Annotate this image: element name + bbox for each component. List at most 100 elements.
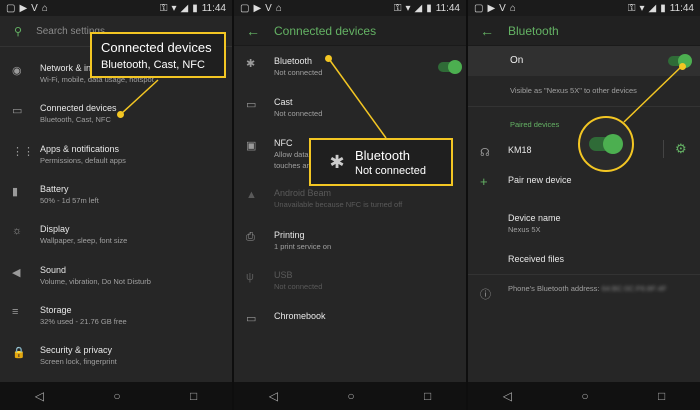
settings-item-title: Sound <box>40 265 67 275</box>
app-bar: ← Connected devices <box>234 16 466 46</box>
notification-icon: ▢ <box>6 2 16 14</box>
chromebook-icon: ▭ <box>246 313 257 325</box>
status-bar: ▢ ▶ V ⌂ ⚿ ▾ ◢ ▮ 11:44 <box>234 0 466 16</box>
device-item-title: Chromebook <box>274 311 326 321</box>
settings-item[interactable]: ▭ Connected devices Bluetooth, Cast, NFC <box>0 102 232 125</box>
divider <box>468 106 700 107</box>
home-icon: ⌂ <box>275 2 282 14</box>
callout-subtitle: Not connected <box>355 164 426 177</box>
wifi-icon: ▾ <box>639 2 645 14</box>
nav-bar: ◁ ○ □ <box>0 382 232 410</box>
callout-title: Bluetooth <box>355 147 410 163</box>
bluetooth-on-row[interactable]: On <box>468 46 700 76</box>
network-icon: ◉ <box>12 65 22 77</box>
gear-icon[interactable]: ⚙ <box>675 141 687 157</box>
sound-icon: ◀ <box>12 267 21 279</box>
display-icon: ☼ <box>12 225 23 237</box>
print-icon: ⎙ <box>246 231 255 243</box>
settings-item[interactable]: ⋮⋮ Apps & notifications Permissions, defau… <box>0 143 232 166</box>
device-item-subtitle: Not connected <box>274 68 323 77</box>
device-name-row[interactable]: Device name Nexus 5X <box>468 212 700 235</box>
status-bar: ▢ ▶ V ⌂ ⚿ ▾ ◢ ▮ 11:44 <box>468 0 700 16</box>
wifi-icon: ▾ <box>171 2 177 14</box>
paired-device-toggle[interactable] <box>589 134 623 154</box>
bluetooth-toggle[interactable] <box>438 60 462 74</box>
settings-item[interactable]: 🔒 Security & privacy Screen lock, fingerpr… <box>0 344 232 367</box>
back-arrow-icon[interactable]: ← <box>246 23 274 39</box>
device-item[interactable]: ▭ Cast Not connected <box>234 96 466 119</box>
bt-address-label: Phone's Bluetooth address: <box>508 284 600 293</box>
device-item-subtitle: Not connected <box>274 109 323 118</box>
battery-status-icon: ▮ <box>192 2 198 14</box>
divider <box>663 140 664 158</box>
play-icon: ▶ <box>253 2 262 14</box>
callout-title: Connected devices <box>101 40 212 55</box>
bt-address-row: ⓘ Phone's Bluetooth address: 64:BC:0C:F6… <box>468 284 700 302</box>
settings-item-subtitle: Wallpaper, sleep, font size <box>40 236 128 245</box>
back-arrow-icon[interactable]: ← <box>480 23 508 39</box>
device-name-label: Device name <box>508 213 561 223</box>
settings-item-title: Battery <box>40 184 69 194</box>
plus-icon: + <box>480 174 488 189</box>
device-item-subtitle: Unavailable because NFC is turned off <box>274 200 403 209</box>
device-item[interactable]: ψ USB Not connected <box>234 269 466 292</box>
pair-new-device-row[interactable]: + Pair new device <box>468 174 700 189</box>
notification-icon: ▢ <box>240 2 250 14</box>
recents-nav-icon[interactable]: □ <box>658 389 665 403</box>
connected-devices-panel: ▢ ▶ V ⌂ ⚿ ▾ ◢ ▮ 11:44 ← Connected devices ✱ Blue… <box>234 0 466 410</box>
home-nav-icon[interactable]: ○ <box>581 389 588 403</box>
play-icon: ▶ <box>487 2 496 14</box>
settings-item-subtitle: 32% used - 21.76 GB free <box>40 317 127 326</box>
device-item-title: Android Beam <box>274 188 332 198</box>
settings-item-subtitle: Bluetooth, Cast, NFC <box>40 115 111 124</box>
device-item[interactable]: ⎙ Printing 1 print service on <box>234 229 466 252</box>
bluetooth-icon: ✱ <box>246 58 256 70</box>
toggle-knob <box>603 134 623 154</box>
paired-devices-label: Paired devices <box>510 120 560 129</box>
callout-circle <box>578 116 634 172</box>
device-item-title: USB <box>274 270 293 280</box>
headphones-icon: ☊ <box>480 147 490 159</box>
settings-item-title: Display <box>40 224 70 234</box>
on-label: On <box>510 55 524 66</box>
settings-item[interactable]: ▮ Battery 50% - 1d 57m left <box>0 183 232 206</box>
home-nav-icon[interactable]: ○ <box>347 389 354 403</box>
settings-item-title: Apps & notifications <box>40 144 120 154</box>
storage-icon: ≡ <box>12 306 19 318</box>
device-item[interactable]: ▲ Android Beam Unavailable because NFC is … <box>234 187 466 210</box>
home-nav-icon[interactable]: ○ <box>113 389 120 403</box>
page-title: Connected devices <box>274 23 377 38</box>
device-item[interactable]: ✱ Bluetooth Not connected <box>234 55 466 78</box>
battery-icon: ▮ <box>12 186 19 198</box>
settings-item-title: Storage <box>40 305 72 315</box>
back-nav-icon[interactable]: ◁ <box>503 389 512 403</box>
lock-icon: 🔒 <box>12 347 26 359</box>
toggle-knob <box>448 60 462 74</box>
callout-dot <box>679 63 686 70</box>
pair-new-device-label: Pair new device <box>508 175 572 185</box>
settings-item[interactable]: ≡ Storage 32% used - 21.76 GB free <box>0 304 232 327</box>
app-bar: ← Bluetooth <box>468 16 700 46</box>
back-nav-icon[interactable]: ◁ <box>35 389 44 403</box>
key-icon: ⚿ <box>627 2 636 14</box>
settings-item[interactable]: ☼ Display Wallpaper, sleep, font size <box>0 223 232 246</box>
received-files-row[interactable]: Received files <box>468 253 700 265</box>
settings-item[interactable]: ◀ Sound Volume, vibration, Do Not Disturb <box>0 264 232 287</box>
settings-item-title: Security & privacy <box>40 345 113 355</box>
device-item[interactable]: ▭ Chromebook <box>234 310 466 325</box>
devices-icon: ▭ <box>12 105 23 117</box>
recents-nav-icon[interactable]: □ <box>424 389 431 403</box>
battery-status-icon: ▮ <box>426 2 432 14</box>
home-icon: ⌂ <box>41 2 48 14</box>
received-files-label: Received files <box>508 254 565 264</box>
apps-icon: ⋮⋮ <box>12 146 34 158</box>
settings-item-subtitle: Permissions, default apps <box>40 156 126 165</box>
recents-nav-icon[interactable]: □ <box>190 389 197 403</box>
status-bar: ▢ ▶ V ⌂ ⚿ ▾ ◢ ▮ 11:44 <box>0 0 232 16</box>
clock: 11:44 <box>435 2 460 14</box>
back-nav-icon[interactable]: ◁ <box>269 389 278 403</box>
device-item-title: Cast <box>274 97 293 107</box>
callout-dot <box>117 111 124 118</box>
settings-item-subtitle: Volume, vibration, Do Not Disturb <box>40 277 151 286</box>
bt-address-value: 64:BC:0C:F6:8F:4F <box>601 284 667 293</box>
